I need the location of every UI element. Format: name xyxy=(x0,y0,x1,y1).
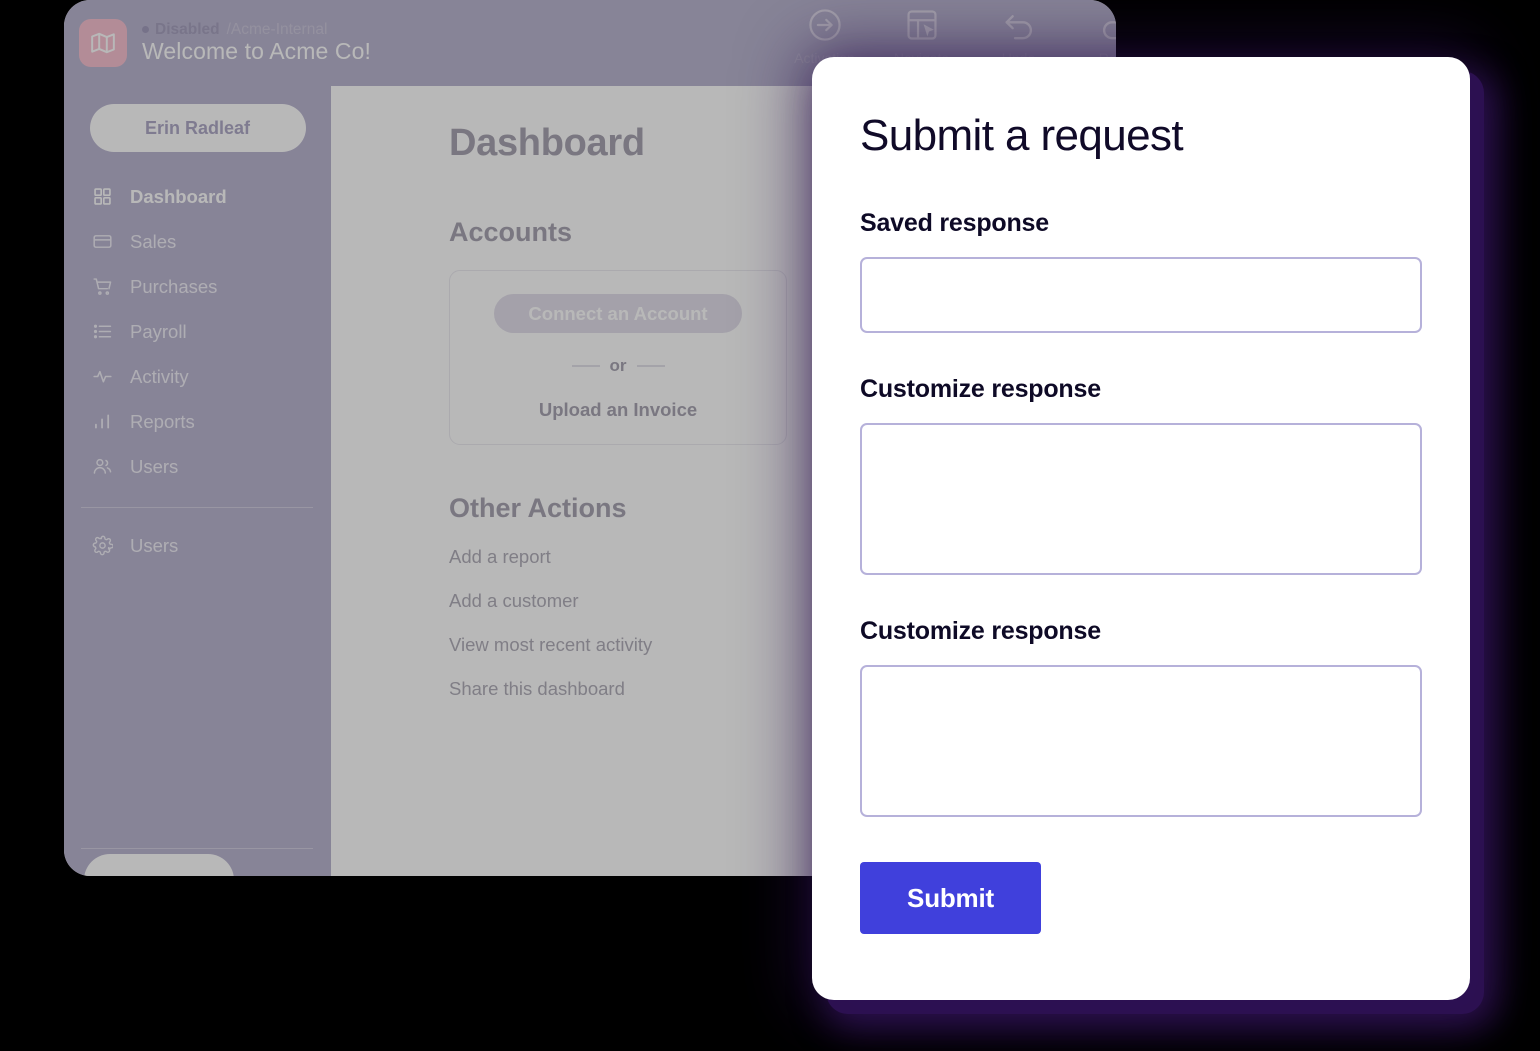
sidebar-bottom-pill[interactable] xyxy=(84,854,234,876)
list-icon xyxy=(91,321,113,343)
map-icon xyxy=(79,19,127,67)
or-label: or xyxy=(609,356,627,375)
arrow-right-circle-icon xyxy=(808,9,841,41)
connect-account-button[interactable]: Connect an Account xyxy=(494,294,742,333)
field-group-customize-response-2: Customize response xyxy=(860,617,1422,818)
grid-icon xyxy=(91,186,113,208)
table-cursor-icon xyxy=(906,10,937,40)
sidebar-item-label: Activity xyxy=(130,365,189,387)
field-group-saved-response: Saved response xyxy=(860,209,1422,334)
modal-title: Submit a request xyxy=(860,111,1184,160)
sidebar-item-settings-users[interactable]: Users xyxy=(64,523,331,568)
page-welcome-title: Welcome to Acme Co! xyxy=(142,38,372,65)
bar-chart-icon xyxy=(91,411,113,433)
accounts-card: Connect an Account or Upload an Invoice xyxy=(449,270,787,445)
submit-request-modal: Submit a request Saved response Customiz… xyxy=(812,57,1470,1000)
redo-icon xyxy=(1102,21,1116,40)
sidebar-item-label: Reports xyxy=(130,410,195,432)
customize-response-textarea-2[interactable] xyxy=(860,665,1422,818)
screenshot-stage: Disabled /Acme-Internal Welcome to Acme … xyxy=(0,0,1540,1051)
workspace-status: Disabled /Acme-Internal xyxy=(142,21,371,38)
brand-text: Disabled /Acme-Internal Welcome to Acme … xyxy=(142,21,371,65)
status-dot-icon xyxy=(142,26,149,34)
or-line-right xyxy=(636,365,665,367)
or-line-left xyxy=(571,365,600,367)
sidebar-item-purchases[interactable]: Purchases xyxy=(64,264,331,309)
sidebar-item-reports[interactable]: Reports xyxy=(64,399,331,444)
workspace-name: /Acme-Internal xyxy=(226,20,328,38)
or-divider: or xyxy=(571,356,665,376)
undo-icon xyxy=(1004,15,1032,40)
sidebar-item-activity[interactable]: Activity xyxy=(64,354,331,399)
customize-response-textarea-1[interactable] xyxy=(860,423,1422,576)
cart-icon xyxy=(91,276,113,298)
sidebar-item-users[interactable]: Users xyxy=(64,444,331,489)
sidebar-item-sales[interactable]: Sales xyxy=(64,219,331,264)
sidebar-item-label: Purchases xyxy=(130,275,218,297)
sidebar-item-label: Users xyxy=(130,534,179,556)
field-group-customize-response-1: Customize response xyxy=(860,375,1422,576)
gear-icon xyxy=(91,535,113,557)
sidebar-item-label: Payroll xyxy=(130,320,187,342)
sidebar-nav: Dashboard Sales Purchases Payroll Activi… xyxy=(64,174,331,568)
sidebar-item-label: Users xyxy=(130,455,179,477)
sidebar: Erin Radleaf Dashboard Sales Purchases P… xyxy=(64,86,331,876)
saved-response-label: Saved response xyxy=(860,209,1049,238)
sidebar-item-dashboard[interactable]: Dashboard xyxy=(64,174,331,219)
submit-button[interactable]: Submit xyxy=(860,862,1041,935)
upload-invoice-link[interactable]: Upload an Invoice xyxy=(539,399,697,421)
sidebar-item-label: Sales xyxy=(130,230,177,252)
user-pill[interactable]: Erin Radleaf xyxy=(89,104,306,152)
pulse-icon xyxy=(91,366,113,388)
sidebar-bottom-divider xyxy=(81,848,313,849)
sidebar-item-payroll[interactable]: Payroll xyxy=(64,309,331,354)
card-icon xyxy=(91,231,113,253)
saved-response-input[interactable] xyxy=(860,257,1422,334)
status-badge: Disabled xyxy=(155,20,220,38)
sidebar-item-label: Dashboard xyxy=(130,185,227,207)
customize-response-label-1: Customize response xyxy=(860,375,1101,404)
sidebar-divider xyxy=(81,507,313,508)
user-name: Erin Radleaf xyxy=(144,117,251,138)
customize-response-label-2: Customize response xyxy=(860,617,1101,646)
people-icon xyxy=(91,456,113,478)
